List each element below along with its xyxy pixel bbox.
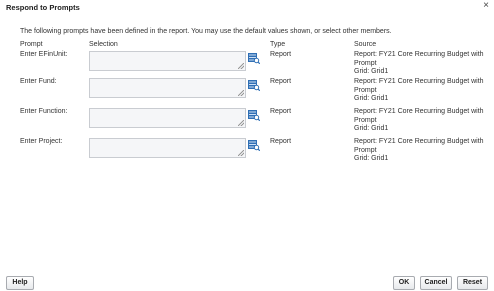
close-icon[interactable]: ×: [483, 1, 489, 11]
source-line: Prompt: [354, 86, 377, 94]
help-button[interactable]: Help: [6, 276, 34, 290]
prompt-source: Report: FY21 Core Recurring Budget with …: [354, 138, 489, 164]
source-line: Grid: Grid1: [354, 125, 389, 132]
column-header-source: Source: [354, 41, 377, 48]
selection-field-efinunit[interactable]: [89, 51, 246, 71]
intro-text: The following prompts have been defined …: [20, 28, 392, 35]
source-line: Grid: Grid1: [354, 95, 389, 102]
dialog-title: Respond to Prompts: [6, 3, 80, 12]
source-line: Grid: Grid1: [354, 68, 389, 75]
reset-button[interactable]: Reset: [457, 276, 488, 290]
prompt-type: Report: [270, 108, 292, 115]
prompt-type: Report: [270, 78, 292, 85]
source-line: Prompt: [354, 146, 377, 154]
cancel-button[interactable]: Cancel: [420, 276, 452, 290]
prompt-row-function: Enter Function: Report Report: FY21 Core…: [0, 108, 494, 138]
selection-field-fund[interactable]: [89, 78, 246, 98]
prompt-label: Enter Fund:: [20, 78, 57, 85]
column-header-type: Type: [270, 41, 286, 48]
prompt-row-project: Enter Project: Report Report: FY21 Core …: [0, 138, 494, 168]
member-selector-icon[interactable]: [248, 53, 260, 64]
prompt-type: Report: [270, 138, 292, 145]
resize-grip-icon[interactable]: [238, 63, 244, 69]
selection-field-function[interactable]: [89, 108, 246, 128]
prompt-source: Report: FY21 Core Recurring Budget with …: [354, 51, 489, 77]
selection-field-project[interactable]: [89, 138, 246, 158]
source-line: Report: FY21 Core Recurring Budget with: [354, 108, 484, 115]
prompt-label: Enter Project:: [20, 138, 63, 145]
prompt-row-efinunit: Enter EFinUnit: Report Report: FY21 Core…: [0, 51, 494, 81]
column-header-prompt: Prompt: [20, 41, 43, 48]
member-selector-icon[interactable]: [248, 80, 260, 91]
member-selector-icon[interactable]: [248, 140, 260, 151]
prompt-source: Report: FY21 Core Recurring Budget with …: [354, 78, 489, 104]
column-header-selection: Selection: [89, 41, 118, 48]
resize-grip-icon[interactable]: [238, 120, 244, 126]
ok-button[interactable]: OK: [393, 276, 415, 290]
source-line: Report: FY21 Core Recurring Budget with: [354, 138, 484, 145]
source-line: Report: FY21 Core Recurring Budget with: [354, 78, 484, 85]
source-line: Grid: Grid1: [354, 155, 389, 162]
prompt-type: Report: [270, 51, 292, 58]
member-selector-icon[interactable]: [248, 110, 260, 121]
source-line: Report: FY21 Core Recurring Budget with: [354, 51, 484, 58]
source-line: Prompt: [354, 59, 377, 67]
dialog-titlebar: Respond to Prompts ×: [0, 0, 494, 14]
resize-grip-icon[interactable]: [238, 150, 244, 156]
source-line: Prompt: [354, 116, 377, 124]
resize-grip-icon[interactable]: [238, 90, 244, 96]
prompt-label: Enter EFinUnit:: [20, 51, 68, 58]
prompt-source: Report: FY21 Core Recurring Budget with …: [354, 108, 489, 134]
prompt-label: Enter Function:: [20, 108, 68, 115]
prompt-row-fund: Enter Fund: Report Report: FY21 Core Rec…: [0, 78, 494, 108]
